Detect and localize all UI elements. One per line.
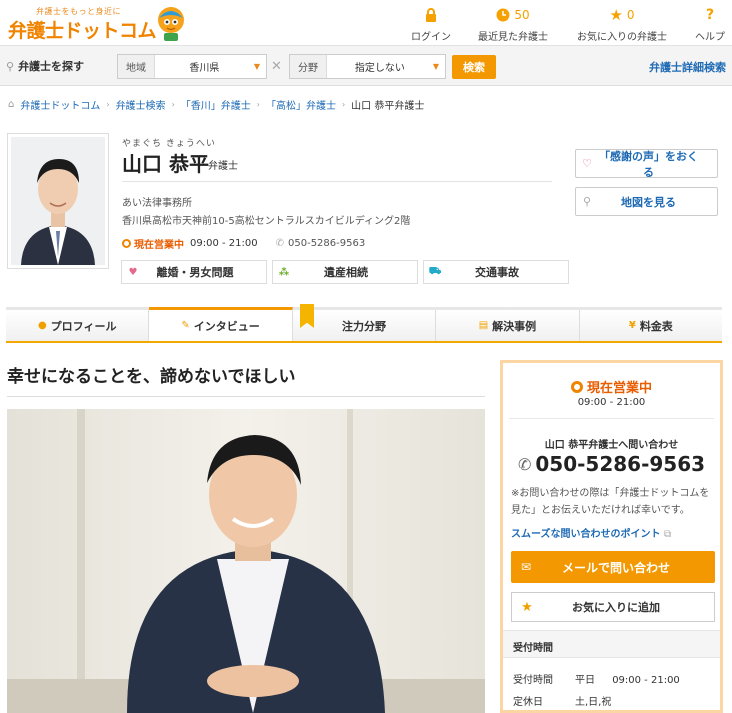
- profile-tabs: ● プロフィール ✎ インタビュー 注力分野 ▤ 解決事例 ¥ 料金表: [6, 307, 723, 343]
- chevron-down-icon: ▼: [432, 62, 439, 71]
- home-icon: ⌂: [8, 99, 15, 110]
- favorite-label: お気に入りの弁護士: [577, 32, 667, 43]
- chevron-down-icon: ▼: [253, 62, 260, 71]
- map-pin-icon: ⚲: [582, 195, 592, 208]
- office-address: 香川県高松市天神前10-5高松セントラルスカイビルディング2階: [122, 216, 411, 227]
- tag-divorce[interactable]: ♥ 離婚・男女問題: [121, 260, 267, 284]
- reception-row: 受付時間 平日 09:00 - 21:00: [513, 675, 680, 686]
- clock-icon: [496, 8, 510, 22]
- view-map-button[interactable]: ⚲ 地図を見る: [575, 187, 718, 216]
- tab-interview[interactable]: ✎ インタビュー: [149, 307, 293, 341]
- divider: [122, 181, 552, 182]
- advanced-search-link[interactable]: 弁護士詳細検索: [649, 59, 726, 75]
- region-select[interactable]: 地域 香川県 ▼: [117, 54, 267, 79]
- mascot-icon: [158, 7, 184, 41]
- phone-icon: ✆: [275, 238, 284, 249]
- person-icon: ●: [37, 320, 47, 331]
- star-icon: ★: [521, 599, 533, 615]
- reception-header: 受付時間: [503, 630, 720, 658]
- field-key: 分野: [290, 55, 327, 78]
- interview-icon: ✎: [181, 320, 190, 331]
- favorite-count: 0: [626, 8, 635, 22]
- article-headline: 幸せになることを、諦めないでほしい: [7, 367, 296, 387]
- login-label: ログイン: [411, 32, 451, 43]
- site-logo[interactable]: 弁護士をもっと身近に 弁護士ドットコム: [6, 4, 186, 42]
- business-hours: 09:00 - 21:00: [190, 238, 258, 249]
- tag-inheritance[interactable]: ⁂ 遺産相続: [272, 260, 418, 284]
- logo-brand: 弁護士ドットコム: [8, 20, 157, 42]
- yen-icon: ¥: [628, 320, 636, 331]
- phone-icon: ✆: [517, 454, 532, 474]
- search-icon: ⚲: [6, 59, 15, 73]
- card-phone: ✆ 050-5286-9563: [517, 452, 706, 476]
- card-hours: 09:00 - 21:00: [577, 397, 646, 408]
- recent-label: 最近見た弁護士: [478, 32, 548, 43]
- field-value: 指定しない: [354, 63, 405, 74]
- lawyer-photo: [7, 133, 109, 269]
- chevron-right-icon: ›: [106, 100, 110, 109]
- add-favorite-button[interactable]: ★ お気に入りに追加: [511, 592, 715, 622]
- contact-card: 現在営業中 09:00 - 21:00 山口 恭平弁護士へ問い合わせ ✆ 050…: [500, 360, 723, 713]
- interview-photo: [7, 409, 485, 713]
- login-link[interactable]: ログイン: [408, 6, 454, 43]
- recent-lawyers-link[interactable]: 50 最近見た弁護士: [476, 6, 550, 43]
- help-icon: ?: [705, 7, 715, 23]
- phone-number: ✆ 050-5286-9563: [275, 238, 366, 249]
- breadcrumb-home[interactable]: 弁護士ドットコム: [20, 97, 100, 112]
- inquiry-note: ※お問い合わせの際は「弁護士ドットコムを見た」とお伝えいただければ幸いです。: [511, 488, 710, 516]
- send-thanks-button[interactable]: ♡ 「感謝の声」をおくる: [575, 149, 718, 179]
- breadcrumb: ⌂ 弁護士ドットコム › 弁護士検索 › 「香川」弁護士 › 「高松」弁護士 ›…: [8, 97, 424, 112]
- breadcrumb-search[interactable]: 弁護士検索: [116, 97, 166, 112]
- broken-heart-icon: ♥: [128, 266, 138, 278]
- inquiry-heading: 山口 恭平弁護士へ問い合わせ: [544, 440, 679, 451]
- business-status: 現在営業中 09:00 - 21:00 ✆ 050-5286-9563: [122, 236, 365, 251]
- tab-focus-areas[interactable]: 注力分野: [292, 310, 437, 341]
- tab-case-results[interactable]: ▤ 解決事例: [436, 310, 580, 341]
- help-label: ヘルプ: [695, 32, 725, 43]
- region-key: 地域: [118, 55, 155, 78]
- divider: [7, 396, 485, 397]
- lock-icon: [408, 6, 454, 24]
- status-ring-icon: [122, 239, 131, 248]
- status-ring-icon: [570, 380, 583, 393]
- search-button[interactable]: 検索: [452, 55, 496, 79]
- search-label: ⚲ 弁護士を探す: [6, 59, 85, 74]
- chevron-right-icon: ›: [256, 100, 260, 109]
- tag-traffic-accident[interactable]: ⛟ 交通事故: [423, 260, 569, 284]
- divider: [509, 418, 714, 419]
- heart-icon: ♡: [582, 157, 592, 170]
- email-inquiry-button[interactable]: ✉ メールで問い合わせ: [511, 551, 715, 583]
- breadcrumb-city[interactable]: 「高松」弁護士: [266, 97, 336, 112]
- document-icon: ▤: [478, 320, 489, 331]
- lawyer-title: 弁護士: [208, 161, 238, 172]
- card-status: 現在営業中: [503, 377, 720, 396]
- close-icon: ✕: [271, 59, 282, 74]
- inquiry-tips-link[interactable]: スムーズな問い合わせのポイント ⧉: [511, 525, 671, 540]
- family-icon: ⁂: [278, 266, 290, 278]
- office-name: あい法律事務所: [122, 198, 192, 209]
- breadcrumb-prefecture[interactable]: 「香川」弁護士: [181, 97, 251, 112]
- search-bar: ⚲ 弁護士を探す 地域 香川県 ▼ ✕ 分野 指定しない ▼ 検索 弁護士詳細検…: [0, 46, 732, 86]
- chevron-right-icon: ›: [341, 100, 346, 109]
- breadcrumb-current: 山口 恭平弁護士: [351, 101, 425, 112]
- region-value: 香川県: [189, 63, 220, 74]
- recent-count: 50: [514, 8, 530, 22]
- tab-profile[interactable]: ● プロフィール: [6, 310, 150, 341]
- star-icon: ★: [609, 6, 623, 24]
- chevron-right-icon: ›: [171, 100, 175, 109]
- field-select[interactable]: 分野 指定しない ▼: [289, 54, 446, 79]
- lawyer-name: 山口 恭平: [122, 152, 209, 176]
- mail-icon: ✉: [520, 560, 532, 574]
- external-link-icon: ⧉: [663, 529, 672, 540]
- status-text: 現在営業中: [134, 240, 184, 251]
- car-icon: ⛟: [428, 265, 442, 277]
- site-header: 弁護士をもっと身近に 弁護士ドットコム ログイン 50 最近見た弁護士 ★ 0 …: [0, 0, 732, 46]
- favorite-lawyers-link[interactable]: ★ 0 お気に入りの弁護士: [574, 6, 670, 43]
- closed-days-row: 定休日 土,日,祝: [513, 697, 612, 708]
- help-link[interactable]: ? ヘルプ: [690, 6, 730, 43]
- tab-fees[interactable]: ¥ 料金表: [579, 310, 723, 341]
